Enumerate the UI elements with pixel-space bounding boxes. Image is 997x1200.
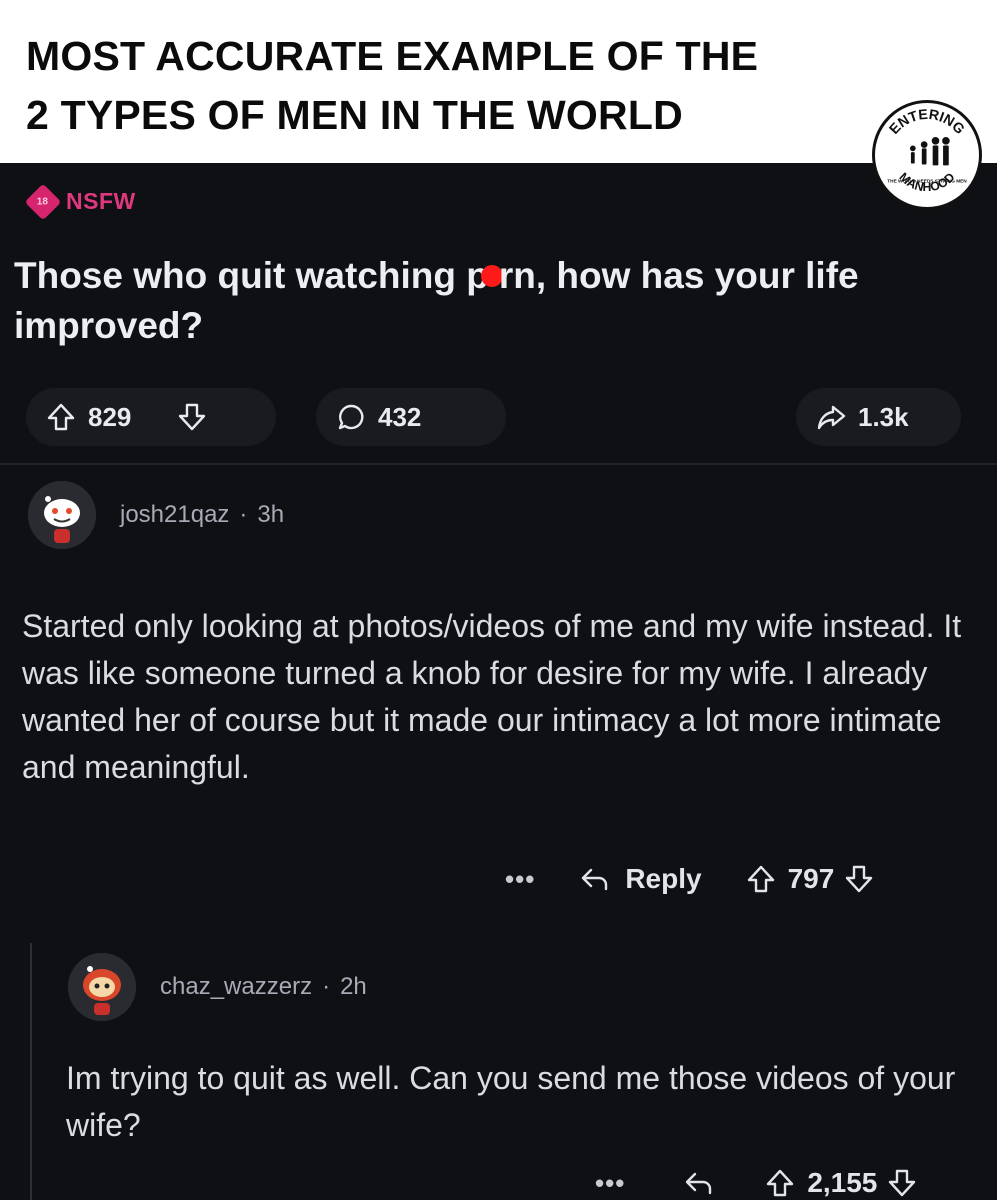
downvote-icon[interactable] (887, 1168, 917, 1198)
avatar[interactable] (28, 481, 96, 549)
comment-header: chaz_wazzerz · 2h (68, 953, 367, 1021)
reply-icon[interactable] (683, 1168, 713, 1198)
downvote-icon[interactable] (177, 402, 207, 432)
separator-dot: · (322, 973, 331, 1000)
comment-body: Started only looking at photos/videos of… (22, 608, 962, 785)
comment-age: 2h (340, 973, 367, 1000)
share-icon (817, 405, 846, 430)
more-icon[interactable]: ••• (505, 864, 535, 895)
post-divider (0, 463, 997, 465)
share-button[interactable]: 1.3k (796, 388, 961, 446)
thread-line[interactable] (30, 943, 32, 1200)
comment-icon (338, 404, 364, 430)
reply-icon[interactable] (579, 864, 609, 894)
meme-caption: MOST ACCURATE EXAMPLE OF THE 2 TYPES OF … (0, 0, 997, 163)
vote-control: 829 (26, 388, 276, 446)
comment-count: 432 (378, 401, 422, 432)
upvote-icon[interactable] (746, 864, 776, 894)
logo-top-text: ENTERING (887, 107, 968, 138)
comment-author-line: josh21qaz · 3h (120, 501, 284, 529)
comment-username[interactable]: josh21qaz (120, 501, 229, 528)
logo-tagline: THE WORLD NEEDS STRONG MEN (887, 178, 967, 184)
downvote-icon[interactable] (844, 864, 874, 894)
nsfw-icon: 18 (24, 183, 62, 220)
comments-button[interactable]: 432 (316, 388, 506, 446)
entering-manhood-logo: ENTERING MANHOOD THE WORLD NEEDS STRONG … (872, 100, 982, 210)
post-title[interactable]: Those who quit watching p rn, how has you… (14, 251, 974, 351)
reply-button[interactable]: Reply (625, 863, 701, 895)
post-title-part-1: Those who quit watching p (14, 255, 489, 296)
comment-age: 3h (257, 501, 285, 528)
upvote-count: 829 (88, 401, 132, 432)
upvote-icon[interactable] (765, 1168, 795, 1198)
nsfw-label: NSFW (66, 188, 136, 214)
post-action-bar: 829 432 1.3k (26, 388, 966, 448)
avatar[interactable] (68, 953, 136, 1021)
separator-dot: · (239, 501, 248, 528)
caption-line-2: 2 TYPES OF MEN IN THE WORLD (26, 92, 683, 138)
comment-author-line: chaz_wazzerz · 2h (160, 973, 367, 1001)
comment-body: Im trying to quit as well. Can you send … (66, 1060, 956, 1143)
more-icon[interactable]: ••• (595, 1168, 625, 1199)
nsfw-badge: 18 NSFW (24, 183, 136, 220)
caption-line-1: MOST ACCURATE EXAMPLE OF THE (26, 33, 759, 79)
comment-vote-count: 797 (787, 863, 835, 894)
comment-actions: ••• 2,155 (595, 1167, 917, 1199)
share-count: 1.3k (858, 401, 909, 432)
reddit-post-screenshot: 18 NSFW Those who quit watching p rn, how… (0, 163, 997, 1200)
comment-vote-count: 2,155 (807, 1167, 878, 1198)
comment-username[interactable]: chaz_wazzerz (160, 973, 312, 1000)
upvote-icon[interactable] (46, 402, 76, 432)
comment-actions: ••• Reply 797 (505, 863, 874, 895)
comment-header: josh21qaz · 3h (28, 481, 284, 549)
svg-text:ENTERING: ENTERING (887, 107, 968, 138)
